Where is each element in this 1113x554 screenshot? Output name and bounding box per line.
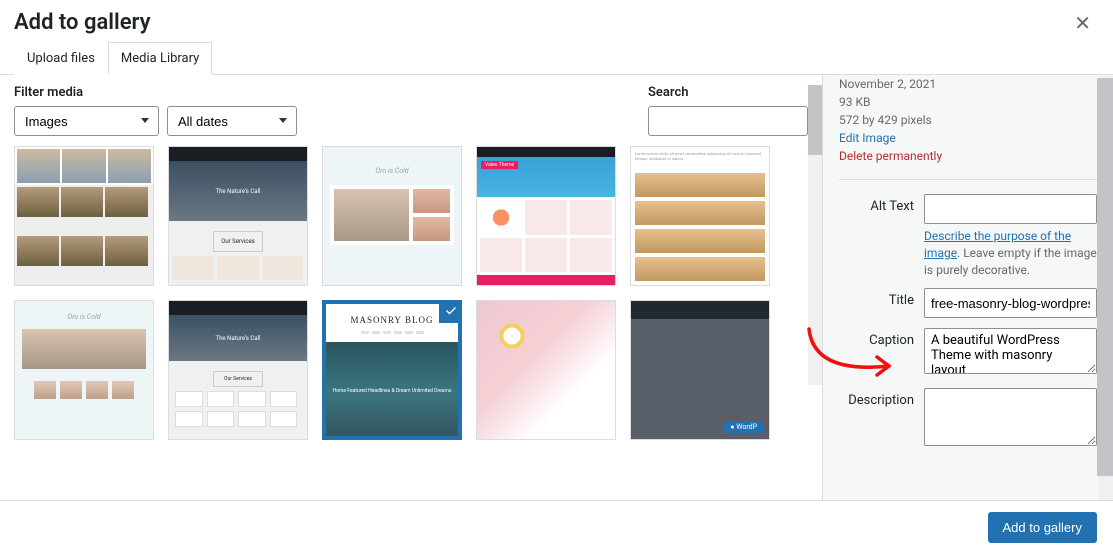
filter-date-select[interactable]: All dates [167,106,297,136]
media-grid: The Nature's CallOur Services Oro is Col… [14,146,808,440]
filter-label: Filter media [14,85,297,100]
delete-permanently-link[interactable]: Delete permanently [839,149,942,163]
alt-text-input[interactable] [924,194,1097,224]
meta-date: November 2, 2021 [839,75,1097,93]
filter-type-select[interactable]: Images [14,106,159,136]
title-label: Title [839,288,914,308]
caption-textarea[interactable] [924,328,1097,374]
description-label: Description [839,388,914,408]
modal-footer: Add to gallery [0,500,1113,554]
search-input[interactable] [648,106,808,136]
title-input[interactable] [924,288,1097,318]
close-icon[interactable]: ✕ [1068,11,1097,35]
media-scrollbar[interactable] [808,85,822,385]
tab-upload-files[interactable]: Upload files [14,42,108,75]
thumb-magazine[interactable] [14,146,154,286]
description-textarea[interactable] [924,388,1097,446]
caption-label: Caption [839,328,914,348]
meta-size: 93 KB [839,93,1097,111]
alt-help-text: Describe the purpose of the image. Leave… [924,228,1097,278]
thumb-wordp[interactable]: ● WordP [630,300,770,440]
meta-dims: 572 by 429 pixels [839,111,1097,129]
divider [839,179,1097,180]
thumb-oro-1[interactable]: Oro is Cold [322,146,462,286]
media-pane: Filter media Images All dates Search The… [0,75,822,500]
search-label: Search [648,85,808,100]
thumb-nature-2[interactable]: The Nature's CallOur Services [168,300,308,440]
tab-bar: Upload files Media Library [0,41,1113,75]
add-to-gallery-button[interactable]: Add to gallery [988,512,1098,543]
alt-text-label: Alt Text [839,194,914,214]
tab-media-library[interactable]: Media Library [108,42,212,75]
check-icon [439,300,462,323]
thumb-nature-1[interactable]: The Nature's CallOur Services [168,146,308,286]
page-scrollbar[interactable] [1097,78,1113,476]
edit-image-link[interactable]: Edit Image [839,131,896,145]
thumb-news[interactable]: Lorem ipsum dolor sit amet consectetur a… [630,146,770,286]
thumb-valeo[interactable]: Valeo Theme [476,146,616,286]
thumb-masonry-selected[interactable]: MASONRY BLOGHome Featured Headlines & Dr… [322,300,462,440]
attachment-details-sidebar: November 2, 2021 93 KB 572 by 429 pixels… [822,75,1113,500]
modal-title: Add to gallery [14,10,151,35]
thumb-flowers[interactable] [476,300,616,440]
thumb-oro-2[interactable]: Oro is Cold [14,300,154,440]
